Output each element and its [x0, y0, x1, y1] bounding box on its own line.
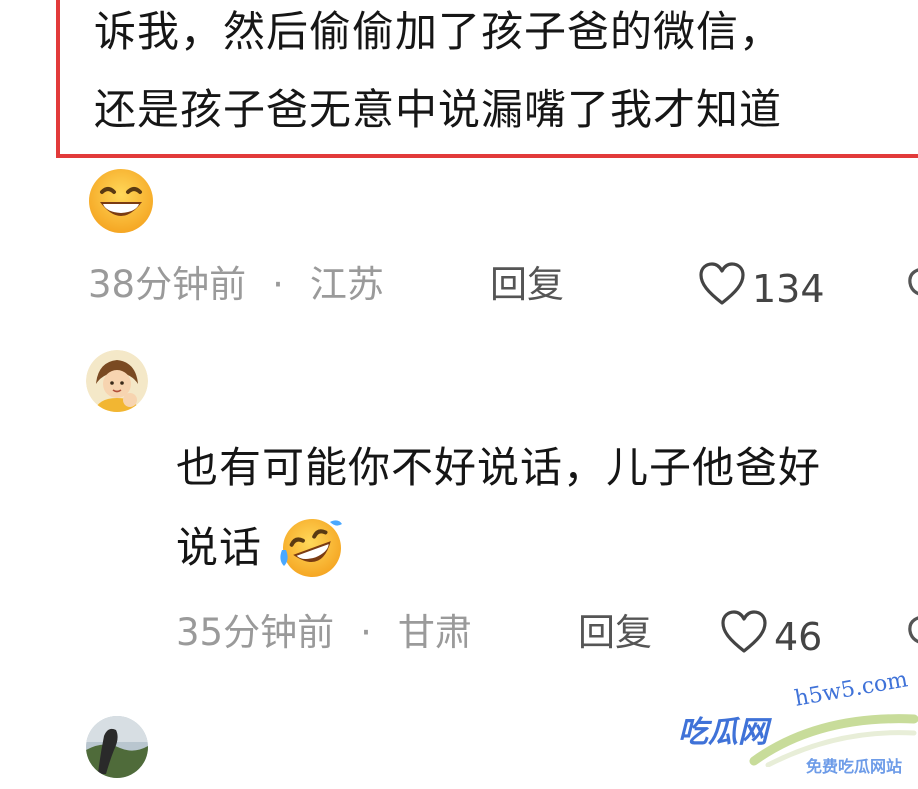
grinning-squint-emoji-icon: [88, 168, 154, 234]
comment-2-text-line-2: 说话: [176, 520, 262, 576]
comment-icon[interactable]: [906, 266, 918, 300]
rolling-laughing-emoji-icon: [278, 514, 346, 582]
comment-icon[interactable]: [906, 614, 918, 648]
comment-1-time: 38分钟前: [88, 263, 247, 306]
comment-2-location: 甘肃: [397, 611, 472, 654]
watermark-title: 吃瓜网: [678, 715, 768, 750]
cartoon-girl-avatar-icon[interactable]: [86, 350, 148, 412]
heart-icon: [698, 262, 746, 316]
watermark-subtitle: 免费吃瓜网站: [805, 757, 902, 776]
comment-1-like-count: 134: [752, 267, 825, 311]
comment-2-reply-button[interactable]: 回复: [578, 610, 652, 656]
separator-dot: ·: [360, 611, 372, 654]
quote-line-1: 诉我，然后偷偷加了孩子爸的微信，: [94, 7, 783, 56]
comment-1-reply-button[interactable]: 回复: [490, 262, 564, 308]
watermark-url: h5w5.com: [792, 667, 910, 712]
comment-2-like-button[interactable]: 46: [720, 610, 822, 664]
comment-2-meta: 35分钟前 · 甘肃: [176, 610, 472, 656]
heart-icon: [720, 610, 768, 664]
comment-1-location: 江苏: [309, 263, 384, 306]
separator-dot: ·: [272, 263, 284, 306]
comment-2-like-count: 46: [774, 615, 823, 659]
comment-2-text: 说话: [176, 523, 263, 572]
comment-2-time: 35分钟前: [176, 611, 335, 654]
comment-2-text-line-1: 也有可能你不好说话，儿子他爸好: [176, 443, 822, 492]
landscape-photo-avatar-icon[interactable]: [86, 716, 148, 778]
quote-line-2: 还是孩子爸无意中说漏嘴了我才知道: [94, 85, 783, 134]
comment-1-like-button[interactable]: 134: [698, 262, 825, 316]
site-watermark: h5w5.com 吃瓜网 免费吃瓜网站: [678, 667, 918, 783]
highlighted-quote-box: 诉我，然后偷偷加了孩子爸的微信， 还是孩子爸无意中说漏嘴了我才知道: [56, 0, 918, 158]
comment-1-meta: 38分钟前 · 江苏: [88, 262, 384, 308]
